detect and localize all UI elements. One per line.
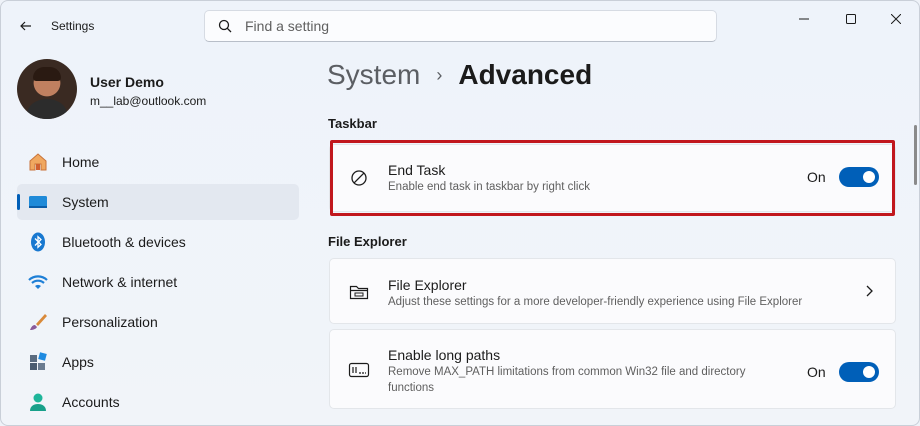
back-button[interactable] [15, 15, 37, 37]
sidebar-item-accounts[interactable]: Accounts [17, 384, 299, 420]
system-icon [27, 191, 49, 213]
search-box[interactable] [204, 10, 717, 42]
sidebar-item-apps[interactable]: Apps [17, 344, 299, 380]
minimize-button[interactable] [781, 1, 827, 37]
sidebar-item-label: Network & internet [62, 274, 178, 290]
maximize-icon [846, 14, 856, 24]
section-title-file-explorer: File Explorer [328, 234, 407, 249]
breadcrumb-separator: › [436, 64, 443, 85]
sidebar-item-system[interactable]: System [17, 184, 299, 220]
end-task-toggle[interactable] [839, 167, 879, 187]
file-explorer-title: File Explorer [388, 277, 467, 293]
sidebar-item-label: Bluetooth & devices [62, 234, 186, 250]
sidebar-item-label: Accounts [62, 394, 120, 410]
page-title: Advanced [458, 59, 593, 90]
user-email: m__lab@outlook.com [90, 94, 207, 108]
end-task-card: End Task Enable end task in taskbar by r… [329, 144, 896, 212]
long-paths-description: Remove MAX_PATH limitations from common … [388, 366, 746, 394]
sidebar-item-personalization[interactable]: Personalization [17, 304, 299, 340]
brush-icon [27, 311, 49, 333]
settings-window: Settings User Demo m__lab@outlook. [0, 0, 920, 426]
long-paths-title: Enable long paths [388, 347, 501, 363]
bluetooth-icon [27, 231, 49, 253]
breadcrumb-parent[interactable]: System [327, 59, 420, 91]
user-name: User Demo [90, 74, 164, 90]
sidebar-item-bluetooth[interactable]: Bluetooth & devices [17, 224, 299, 260]
sidebar-item-label: Personalization [62, 314, 158, 330]
folder-icon [348, 281, 370, 303]
close-icon [891, 14, 901, 24]
long-path-icon [348, 359, 370, 381]
close-button[interactable] [873, 1, 919, 37]
end-task-description: Enable end task in taskbar by right clic… [388, 181, 590, 193]
file-explorer-card[interactable]: File Explorer Adjust these settings for … [329, 258, 896, 324]
title-bar: Settings [1, 1, 919, 51]
end-task-state-label: On [807, 169, 826, 185]
sidebar-item-label: Home [62, 154, 100, 170]
app-title: Settings [51, 19, 95, 33]
sidebar-item-label: Apps [62, 354, 94, 370]
wifi-icon [27, 271, 49, 293]
home-icon [27, 151, 49, 173]
scrollbar[interactable] [914, 125, 917, 185]
apps-icon [27, 351, 49, 373]
chevron-right-icon [864, 284, 874, 303]
search-input[interactable] [245, 18, 685, 34]
block-icon [348, 167, 370, 189]
long-paths-card: Enable long paths Remove MAX_PATH limita… [329, 329, 896, 409]
long-paths-toggle[interactable] [839, 362, 879, 382]
toggle-knob [863, 366, 875, 378]
sidebar-item-home[interactable]: Home [17, 144, 299, 180]
file-explorer-description: Adjust these settings for a more develop… [388, 296, 803, 308]
maximize-button[interactable] [828, 1, 874, 37]
search-icon [217, 18, 233, 34]
breadcrumb: System › Advanced [327, 59, 592, 91]
sidebar-item-network[interactable]: Network & internet [17, 264, 299, 300]
section-title-taskbar: Taskbar [328, 116, 377, 131]
minimize-icon [799, 18, 809, 20]
long-paths-state-label: On [807, 364, 826, 380]
sidebar-nav: Home System Bluetooth & devices Network … [17, 144, 299, 424]
avatar [17, 59, 77, 119]
end-task-title: End Task [388, 162, 446, 178]
toggle-knob [863, 171, 875, 183]
sidebar-item-label: System [62, 194, 109, 210]
accounts-icon [27, 391, 49, 413]
back-arrow-icon [20, 21, 31, 31]
